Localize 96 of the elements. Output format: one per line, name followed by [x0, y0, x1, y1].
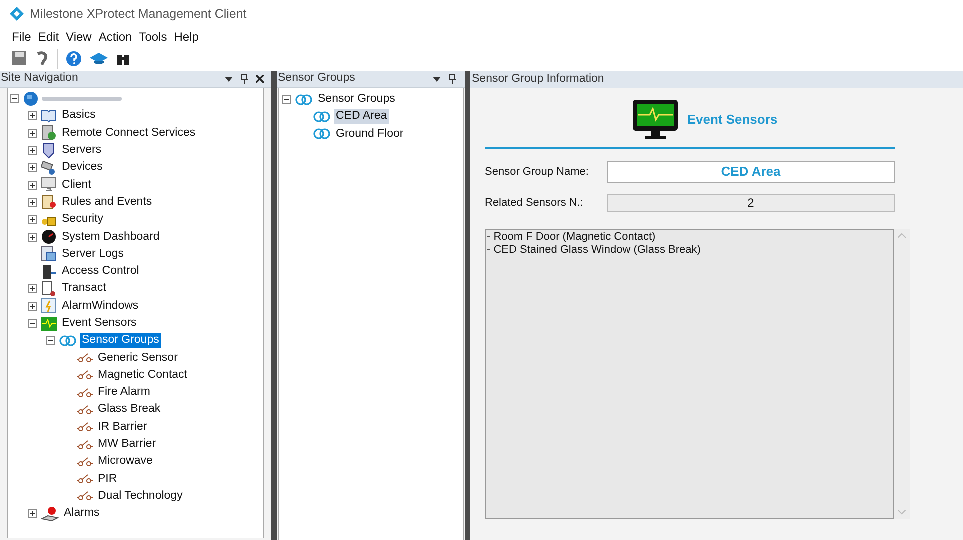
tree-item[interactable]: Security [60, 212, 106, 228]
panel-title: Sensor Groups [278, 71, 356, 86]
linked-rings-icon [313, 128, 331, 140]
linked-rings-icon [59, 334, 77, 347]
switch-contact-icon [77, 404, 93, 415]
window-title: Milestone XProtect Management Client [30, 6, 247, 23]
graduation-cap-icon[interactable] [90, 52, 108, 64]
tree-item[interactable]: CED Area [334, 109, 390, 124]
expand-icon[interactable] [28, 302, 37, 311]
door-icon [41, 264, 57, 280]
tree-item[interactable]: Ground Floor [334, 126, 406, 142]
tree-item[interactable]: Basics [60, 108, 98, 124]
expand-icon[interactable] [28, 128, 37, 138]
tree-item[interactable]: Remote Connect Services [60, 126, 198, 141]
tree-item[interactable]: Glass Break [96, 402, 163, 418]
linked-rings-icon [313, 110, 331, 123]
tree-item[interactable]: PIR [96, 472, 120, 487]
switch-contact-icon [77, 474, 93, 484]
tree-item[interactable]: Fire Alarm [96, 385, 152, 400]
window-lightning-icon [41, 298, 57, 314]
expand-icon[interactable] [28, 146, 37, 156]
collapse-icon[interactable] [28, 319, 37, 328]
expand-icon[interactable] [28, 111, 37, 120]
field-label: Sensor Group Name: [485, 164, 590, 180]
clipboard-icon [41, 194, 57, 210]
collapse-icon[interactable] [46, 336, 55, 346]
switch-contact-icon [77, 388, 93, 398]
expand-icon[interactable] [28, 232, 37, 242]
expand-icon[interactable] [28, 180, 37, 190]
expand-icon[interactable] [28, 509, 37, 518]
menu-item[interactable]: Edit [38, 28, 60, 46]
menu-item[interactable]: File [12, 28, 32, 46]
help-icon[interactable] [66, 50, 82, 66]
tree-item[interactable]: Magnetic Contact [96, 368, 190, 383]
section-heading: Event Sensors [687, 111, 778, 130]
pin-icon[interactable] [241, 74, 248, 84]
tree-item[interactable]: Server Logs [60, 246, 126, 262]
tree-item[interactable]: Servers [60, 143, 104, 158]
camera-icon [41, 160, 57, 176]
tree-item[interactable]: MW Barrier [96, 437, 158, 452]
tree-item[interactable]: AlarmWindows [60, 298, 141, 314]
tree-item[interactable]: Sensor Groups [316, 92, 398, 108]
tree-item[interactable]: IR Barrier [96, 420, 150, 435]
tree-item[interactable]: Devices [60, 160, 105, 176]
panel-title: Site Navigation [1, 71, 80, 86]
collapse-icon[interactable] [10, 94, 19, 104]
globe-icon [23, 90, 39, 107]
expand-icon[interactable] [28, 284, 37, 294]
book-icon [41, 108, 57, 123]
tree-item[interactable]: Event Sensors [60, 316, 139, 331]
sensor-list-box[interactable]: - Room F Door (Magnetic Contact) - CED Stained Glass Window (Glass Break) [485, 229, 894, 519]
tree-item[interactable]: Microwave [96, 454, 155, 470]
expand-icon[interactable] [28, 163, 37, 172]
menu-item[interactable]: View [66, 28, 92, 46]
gauge-icon [41, 229, 57, 246]
app-logo-icon [10, 7, 24, 21]
menu-item[interactable]: Help [174, 28, 199, 46]
tree-item[interactable]: Client [60, 178, 94, 193]
tree-item[interactable]: Generic Sensor [96, 350, 180, 366]
tree-item[interactable]: System Dashboard [60, 230, 162, 245]
switch-contact-icon [77, 456, 93, 467]
count-field: 2 [607, 194, 895, 212]
menu-item[interactable]: Tools [139, 28, 168, 46]
save-icon[interactable] [12, 51, 27, 66]
switch-contact-icon [77, 440, 93, 450]
alarm-light-icon [41, 506, 59, 522]
receipt-icon [41, 280, 57, 297]
tree-item[interactable]: Alarms [62, 506, 102, 522]
pulse-icon [41, 316, 57, 332]
tree-item[interactable]: Sensor Groups [80, 333, 162, 348]
tree-item[interactable]: Access Control [60, 264, 142, 280]
menu-item[interactable]: Action [98, 28, 132, 46]
tree-item[interactable]: Rules and Events [60, 194, 154, 210]
monitor-icon [41, 177, 57, 194]
tree-item[interactable]: Transact [60, 281, 108, 296]
monitor-pulse-icon [633, 100, 678, 140]
expand-icon[interactable] [28, 215, 37, 224]
server-icon [41, 125, 57, 142]
switch-contact-icon [77, 422, 93, 432]
sensor-list-item: - CED Stained Glass Window (Glass Break) [487, 244, 702, 257]
collapse-icon[interactable] [282, 95, 291, 104]
shield-icon [41, 142, 57, 159]
tree-item[interactable]: Dual Technology [96, 488, 185, 504]
dropdown-icon[interactable] [433, 76, 441, 82]
switch-contact-icon [77, 370, 93, 380]
linked-rings-icon [295, 94, 313, 106]
expand-icon[interactable] [28, 198, 37, 207]
sensor-list-item: - Room F Door (Magnetic Contact) [487, 231, 657, 244]
field-label: Related Sensors N.: [485, 196, 584, 211]
close-icon[interactable] [256, 75, 264, 83]
dropdown-icon[interactable] [225, 76, 233, 82]
panel-title: Sensor Group Information [472, 72, 604, 87]
switch-contact-icon [77, 353, 93, 364]
pin-icon[interactable] [449, 74, 456, 84]
switch-contact-icon [77, 491, 93, 502]
log-icon [41, 246, 57, 262]
